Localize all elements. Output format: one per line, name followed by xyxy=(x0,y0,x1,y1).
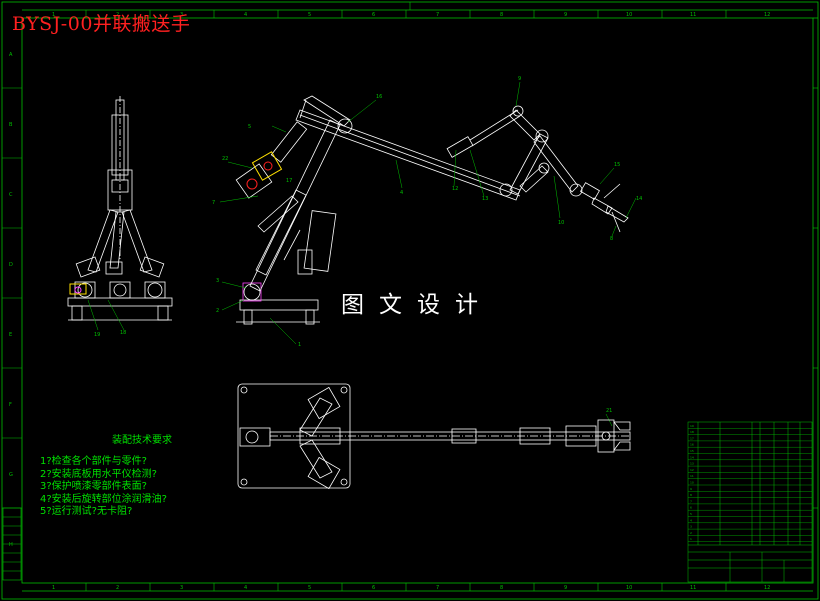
part-number: 19 xyxy=(94,332,100,338)
frame-number: 5 xyxy=(308,12,311,18)
bom-item-number: 1 xyxy=(690,537,692,541)
part-number: 18 xyxy=(120,330,126,336)
frame-number: 10 xyxy=(626,12,632,18)
part-number: 22 xyxy=(222,156,228,162)
frame-number: 6 xyxy=(372,585,375,591)
requirements-heading: 装配技术要求 xyxy=(112,435,172,446)
bom-text: 19 18 17 16 15 14 13 12 11 10 9 8 7 6 5 4 3 2 1 xyxy=(690,424,694,541)
requirement-item: 4?安装后旋转部位涂润滑油? xyxy=(40,493,167,505)
part-number: 10 xyxy=(558,220,564,226)
part-number: 9 xyxy=(518,76,521,82)
part-number: 1 xyxy=(298,342,301,348)
bom-item-number: 12 xyxy=(690,468,694,472)
requirement-item: 2?安装底板用水平仪检测? xyxy=(40,468,157,480)
part-number: 21 xyxy=(606,408,612,414)
frame-number: 8 xyxy=(500,585,503,591)
bom-item-number: 6 xyxy=(690,506,692,510)
part-number: 5 xyxy=(248,124,251,130)
part-number: 13 xyxy=(482,196,488,202)
side-view-accents xyxy=(246,151,283,190)
frame-number: 10 xyxy=(626,585,632,591)
part-number: 7 xyxy=(212,200,215,206)
part-number: 12 xyxy=(452,186,458,192)
frame-number: 9 xyxy=(564,585,567,591)
bom-item-number: 5 xyxy=(690,512,692,516)
frame-number: 12 xyxy=(764,585,770,591)
part-number: 2 xyxy=(216,308,219,314)
title-block xyxy=(687,421,813,583)
frame-letter: D xyxy=(9,262,13,268)
requirement-item: 1?检查各个部件与零件? xyxy=(40,456,147,467)
frame-letter: A xyxy=(9,52,13,58)
bom-item-number: 10 xyxy=(690,481,694,485)
frame-number: 11 xyxy=(690,12,696,18)
frame-number: 6 xyxy=(372,12,375,18)
frame-letter: G xyxy=(9,472,13,478)
bom-item-number: 14 xyxy=(690,455,694,459)
part-number: 15 xyxy=(614,162,620,168)
part-number: 3 xyxy=(216,278,219,284)
bom-item-number: 13 xyxy=(690,462,694,466)
bom-item-number: 16 xyxy=(690,443,694,447)
frame-letter: H xyxy=(9,542,13,548)
bom-item-number: 17 xyxy=(690,436,694,440)
bom-item-number: 3 xyxy=(690,525,692,529)
frame-letter: F xyxy=(9,402,12,408)
bom-item-number: 11 xyxy=(690,474,694,478)
frame-number: 7 xyxy=(436,585,439,591)
margin-stamp-table xyxy=(2,507,22,581)
requirement-item: 3?保护喷漆零部件表面? xyxy=(40,481,147,492)
bom-item-number: 4 xyxy=(690,518,692,522)
frame-number: 2 xyxy=(116,585,119,591)
frame-letter: E xyxy=(9,332,12,338)
bom-item-number: 2 xyxy=(690,531,692,535)
bom-item-number: 7 xyxy=(690,499,692,503)
part-number-labels: 5 22 7 3 2 1 16 4 12 13 9 10 15 14 8 19 … xyxy=(94,76,642,414)
bom-rows xyxy=(688,428,812,542)
frame-number: 4 xyxy=(244,585,247,591)
requirement-item: 5?运行测试?无卡阻? xyxy=(40,506,133,517)
frame-number: 9 xyxy=(564,12,567,18)
frame-number: 11 xyxy=(690,585,696,591)
part-number: 17 xyxy=(286,178,292,184)
front-view xyxy=(67,96,173,321)
frame-number: 12 xyxy=(764,12,770,18)
bom-item-number: 8 xyxy=(690,493,692,497)
bom-item-number: 15 xyxy=(690,449,694,453)
requirements-list: 1?检查各个部件与零件? 2?安装底板用水平仪检测? 3?保护喷漆零部件表面? … xyxy=(40,456,167,519)
frame-number: 4 xyxy=(244,12,247,18)
frame-number: 1 xyxy=(52,585,55,591)
frame-letter: B xyxy=(9,122,13,128)
drawing-title: BYSJ-00并联搬送手 xyxy=(12,13,191,35)
part-number: 16 xyxy=(376,94,382,100)
frame-number: 3 xyxy=(180,585,183,591)
frame-number: 7 xyxy=(436,12,439,18)
bom-item-number: 18 xyxy=(690,430,694,434)
callout-leaders xyxy=(87,81,637,427)
frame-number: 8 xyxy=(500,12,503,18)
part-number: 4 xyxy=(400,190,403,196)
bom-item-number: 19 xyxy=(690,424,694,428)
frame-letter: C xyxy=(9,192,13,198)
part-number: 8 xyxy=(610,236,613,242)
top-view xyxy=(237,383,631,490)
bom-item-number: 9 xyxy=(690,487,692,491)
frame-number: 5 xyxy=(308,585,311,591)
watermark: 图文设计 xyxy=(341,292,493,318)
part-number: 14 xyxy=(636,196,642,202)
